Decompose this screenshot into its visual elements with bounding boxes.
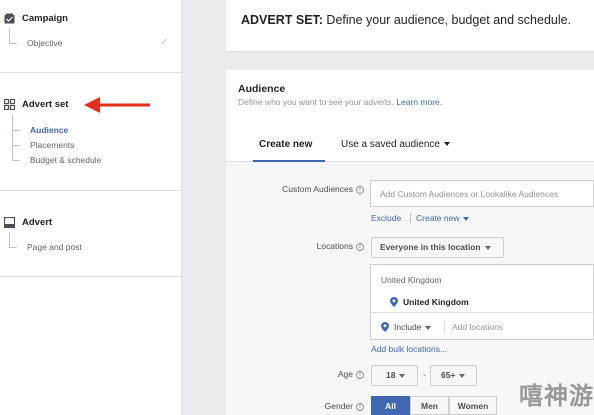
checkmark-icon: ✓ [160, 37, 169, 48]
info-icon[interactable]: i [356, 402, 364, 411]
sidebar-item-placements[interactable]: Placements [30, 140, 74, 150]
age-label: Age i [230, 369, 364, 379]
chevron-down-icon [459, 373, 466, 378]
chevron-down-icon [425, 325, 432, 330]
gender-all-button[interactable]: All [371, 396, 410, 415]
selected-location[interactable]: United Kingdom [403, 297, 469, 307]
location-group: United Kingdom [381, 275, 442, 285]
page-title: ADVERT SET: Define your audience, budget… [241, 13, 572, 27]
learn-more-link[interactable]: Learn more. [396, 97, 442, 107]
age-min-dropdown[interactable]: 18 [371, 365, 418, 386]
custom-audiences-label: Custom Audiences i [230, 184, 364, 194]
create-new-link[interactable]: Create new [416, 213, 470, 223]
chevron-down-icon [463, 216, 470, 221]
header-card: ADVERT SET: Define your audience, budget… [226, 0, 594, 52]
add-bulk-locations-link[interactable]: Add bulk locations... [371, 344, 447, 354]
info-icon[interactable]: i [356, 185, 364, 194]
sidebar-item-budget-schedule[interactable]: Budget & schedule [30, 155, 101, 165]
tab-saved-audience[interactable]: Use a saved audience [341, 139, 450, 150]
gender-men-button[interactable]: Men [410, 396, 449, 415]
age-separator: - [423, 370, 426, 380]
advert-icon [4, 217, 15, 228]
exclude-link[interactable]: Exclude [371, 213, 401, 223]
sidebar-item-audience[interactable]: Audience [30, 125, 68, 135]
chevron-down-icon [443, 142, 450, 147]
custom-audiences-input[interactable]: Add Custom Audiences or Lookalike Audien… [370, 180, 594, 207]
chevron-down-icon [484, 245, 491, 250]
location-pin-icon [381, 322, 389, 332]
advert-set-icon [4, 99, 15, 110]
gender-women-button[interactable]: Women [449, 396, 497, 415]
sidebar: Campaign Objective ✓ Advert set Audience… [0, 0, 182, 415]
info-icon[interactable]: i [356, 242, 364, 251]
sidebar-item-objective[interactable]: Objective [27, 38, 62, 48]
location-type-dropdown[interactable]: Everyone in this location [371, 237, 504, 258]
tab-create-new[interactable]: Create new [259, 139, 312, 150]
gender-label: Gender i [230, 401, 364, 411]
section-title-campaign[interactable]: Campaign [22, 13, 68, 24]
audience-title: Audience [238, 83, 286, 95]
location-pin-icon [390, 297, 398, 307]
add-locations-input[interactable]: Add locations [452, 322, 503, 332]
audience-subtitle: Define who you want to see your adverts.… [238, 97, 443, 107]
section-title-advert-set[interactable]: Advert set [22, 99, 68, 110]
locations-box: United Kingdom United Kingdom Include Ad… [370, 264, 594, 340]
chevron-down-icon [399, 373, 406, 378]
watermark: 嘻神游 [519, 382, 594, 410]
annotation-arrow-icon [84, 97, 150, 113]
locations-label: Locations i [230, 241, 364, 251]
include-dropdown[interactable]: Include [394, 322, 432, 332]
sidebar-item-page-and-post[interactable]: Page and post [27, 242, 82, 252]
age-max-dropdown[interactable]: 65+ [430, 365, 477, 386]
campaign-icon [4, 13, 15, 24]
info-icon[interactable]: i [356, 370, 364, 379]
section-title-advert[interactable]: Advert [22, 217, 52, 228]
